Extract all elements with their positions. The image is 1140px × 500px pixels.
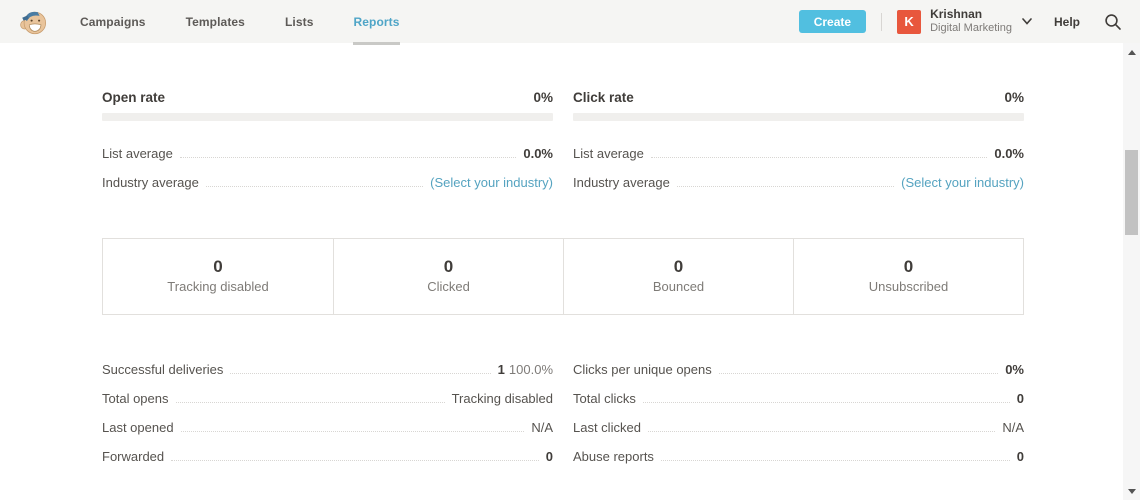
stat-value: 0 (1017, 391, 1024, 406)
detail-stats-right: Clicks per unique opens 0% Total clicks … (573, 362, 1024, 464)
nav-divider (881, 13, 882, 31)
row-abuse-reports: Abuse reports 0 (573, 449, 1024, 464)
click-list-average-row: List average 0.0% (573, 146, 1024, 161)
select-industry-link[interactable]: (Select your industry) (901, 175, 1024, 190)
row-successful-deliveries: Successful deliveries 1100.0% (102, 362, 553, 377)
chevron-down-icon[interactable] (1022, 18, 1032, 25)
stat-value: 0 (1017, 449, 1024, 464)
mailchimp-logo-icon[interactable] (18, 7, 48, 37)
row-total-opens: Total opens Tracking disabled (102, 391, 553, 406)
stat-label: Last opened (102, 420, 174, 435)
open-industry-average-row: Industry average (Select your industry) (102, 175, 553, 190)
click-rate-panel: Click rate 0% List average 0.0% Industry… (573, 90, 1024, 190)
stat-label: Clicks per unique opens (573, 362, 712, 377)
open-list-average-row: List average 0.0% (102, 146, 553, 161)
stat-value: N/A (1002, 420, 1024, 435)
counter-clicked: 0 Clicked (333, 239, 563, 314)
user-avatar[interactable]: K (897, 10, 921, 34)
dotted-leader (643, 402, 1010, 403)
report-overview: Open rate 0% List average 0.0% Industry … (102, 43, 1024, 464)
counter-value: 0 (564, 257, 793, 277)
stat-label: Successful deliveries (102, 362, 223, 377)
counter-label: Bounced (564, 279, 793, 294)
dotted-leader (180, 157, 517, 158)
row-last-clicked: Last clicked N/A (573, 420, 1024, 435)
counter-value: 0 (103, 257, 333, 277)
row-forwarded: Forwarded 0 (102, 449, 553, 464)
stat-label: Last clicked (573, 420, 641, 435)
open-rate-value: 0% (533, 90, 553, 105)
open-rate-panel: Open rate 0% List average 0.0% Industry … (102, 90, 553, 190)
dotted-leader (181, 431, 525, 432)
click-industry-average-row: Industry average (Select your industry) (573, 175, 1024, 190)
nav-item-campaigns[interactable]: Campaigns (80, 0, 146, 43)
scrollbar-thumb[interactable] (1125, 150, 1138, 235)
help-link[interactable]: Help (1054, 15, 1080, 29)
dotted-leader (176, 402, 445, 403)
stat-label: Total opens (102, 391, 169, 406)
user-name: Krishnan (930, 8, 1012, 22)
row-total-clicks: Total clicks 0 (573, 391, 1024, 406)
counter-bounced: 0 Bounced (563, 239, 793, 314)
stat-value: N/A (531, 420, 553, 435)
dotted-leader (230, 373, 490, 374)
stat-label: Total clicks (573, 391, 636, 406)
stat-value: 0.0% (523, 146, 553, 161)
search-icon[interactable] (1104, 13, 1122, 31)
counter-unsubscribed: 0 Unsubscribed (793, 239, 1023, 314)
dotted-leader (661, 460, 1010, 461)
row-clicks-per-unique-opens: Clicks per unique opens 0% (573, 362, 1024, 377)
dotted-leader (677, 186, 894, 187)
counter-boxes: 0 Tracking disabled 0 Clicked 0 Bounced … (102, 238, 1024, 315)
stat-value: 0.0% (994, 146, 1024, 161)
click-rate-title: Click rate (573, 90, 634, 105)
top-nav-bar: Campaigns Templates Lists Reports Create… (0, 0, 1140, 43)
stat-label: List average (573, 146, 644, 161)
nav-item-templates[interactable]: Templates (186, 0, 245, 43)
counter-value: 0 (334, 257, 563, 277)
dotted-leader (206, 186, 423, 187)
open-rate-title: Open rate (102, 90, 165, 105)
primary-nav: Campaigns Templates Lists Reports (80, 0, 440, 43)
open-rate-progress-bar (102, 113, 553, 121)
stat-label: List average (102, 146, 173, 161)
rates-section: Open rate 0% List average 0.0% Industry … (102, 90, 1024, 190)
dotted-leader (719, 373, 998, 374)
account-menu[interactable]: Krishnan Digital Marketing (930, 8, 1012, 34)
nav-item-reports[interactable]: Reports (353, 0, 399, 43)
click-rate-progress-bar (573, 113, 1024, 121)
counter-label: Tracking disabled (103, 279, 333, 294)
nav-item-lists[interactable]: Lists (285, 0, 314, 43)
select-industry-link[interactable]: (Select your industry) (430, 175, 553, 190)
scroll-down-arrow-icon[interactable] (1123, 484, 1140, 498)
counter-tracking-disabled: 0 Tracking disabled (103, 239, 333, 314)
nav-right-cluster: Create K Krishnan Digital Marketing Help (799, 8, 1128, 34)
row-last-opened: Last opened N/A (102, 420, 553, 435)
counter-label: Clicked (334, 279, 563, 294)
counter-value: 0 (794, 257, 1023, 277)
vertical-scrollbar[interactable] (1123, 43, 1140, 500)
dotted-leader (171, 460, 539, 461)
dotted-leader (648, 431, 995, 432)
stat-value: Tracking disabled (452, 391, 553, 406)
stat-value: 1100.0% (498, 362, 553, 377)
detail-stats-left: Successful deliveries 1100.0% Total open… (102, 362, 553, 464)
stat-label: Forwarded (102, 449, 164, 464)
dotted-leader (651, 157, 988, 158)
counter-label: Unsubscribed (794, 279, 1023, 294)
create-button[interactable]: Create (799, 10, 866, 33)
stat-suffix: 100.0% (509, 362, 553, 377)
stat-label: Industry average (102, 175, 199, 190)
stat-value: 0 (546, 449, 553, 464)
user-organization: Digital Marketing (930, 22, 1012, 35)
stat-label: Industry average (573, 175, 670, 190)
stat-label: Abuse reports (573, 449, 654, 464)
stat-value: 0% (1005, 362, 1024, 377)
scroll-up-arrow-icon[interactable] (1123, 45, 1140, 59)
click-rate-value: 0% (1004, 90, 1024, 105)
detail-stats-section: Successful deliveries 1100.0% Total open… (102, 362, 1024, 464)
